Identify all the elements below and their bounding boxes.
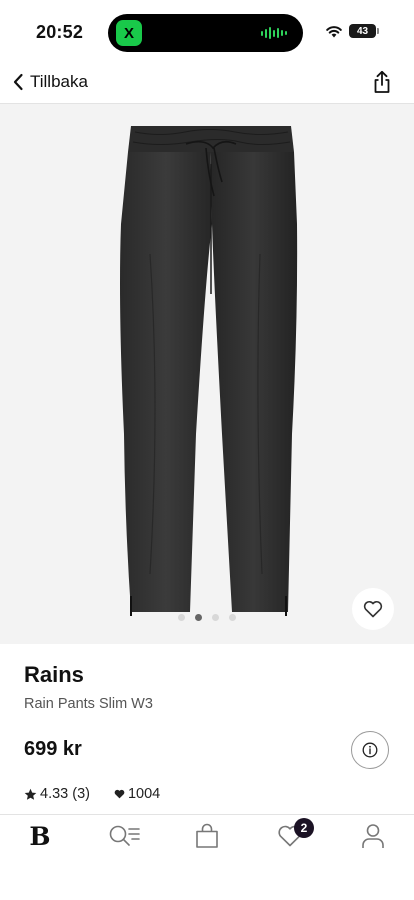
product-likes: 1004: [114, 786, 160, 802]
island-app-icon: X: [116, 20, 142, 46]
tab-profile[interactable]: [353, 821, 393, 851]
info-button[interactable]: [351, 731, 389, 769]
nav-bar: Tillbaka: [0, 62, 414, 104]
wifi-icon: [326, 25, 342, 37]
tab-home[interactable]: B: [20, 821, 60, 851]
product-rating[interactable]: 4.33 (3): [24, 786, 90, 802]
tab-favorites[interactable]: 2: [270, 818, 314, 851]
pagination-dot[interactable]: [229, 614, 236, 621]
product-image[interactable]: [0, 104, 414, 644]
product-name: Rain Pants Slim W3: [24, 696, 153, 712]
favorite-button[interactable]: [352, 588, 394, 630]
status-bar: 20:52 X 43: [0, 0, 414, 62]
rating-value: 4.33 (3): [40, 786, 90, 802]
share-icon: [374, 70, 390, 93]
shopping-bag-icon: [196, 823, 218, 848]
chevron-left-icon: [13, 73, 23, 91]
battery-level: 43: [356, 25, 369, 37]
product-brand[interactable]: Rains: [24, 662, 84, 688]
rating-row: 4.33 (3) 1004: [24, 786, 160, 802]
pagination-dot-active[interactable]: [195, 614, 202, 621]
audio-wave-icon: [261, 26, 287, 40]
dynamic-island[interactable]: X: [108, 14, 303, 52]
favorites-badge: 2: [294, 818, 314, 838]
battery-icon: 43: [349, 24, 379, 38]
status-icons: 43: [325, 24, 379, 38]
tab-search[interactable]: [104, 821, 144, 851]
tab-bar: B 2: [0, 814, 414, 900]
heart-filled-icon: [114, 789, 125, 799]
tab-bag[interactable]: [187, 821, 227, 851]
person-icon: [362, 824, 384, 848]
star-icon: [24, 788, 37, 800]
back-button[interactable]: Tillbaka: [12, 68, 88, 96]
back-label: Tillbaka: [30, 72, 88, 91]
pagination-dot[interactable]: [212, 614, 219, 621]
heart-outline-icon: [363, 600, 383, 618]
status-time: 20:52: [36, 22, 84, 42]
product-gallery[interactable]: [0, 104, 414, 644]
brand-logo-icon: B: [29, 821, 51, 851]
pagination-dot[interactable]: [178, 614, 185, 621]
info-icon: [362, 742, 378, 758]
likes-count: 1004: [127, 786, 161, 802]
share-button[interactable]: [370, 68, 394, 96]
product-price: 699 kr: [24, 738, 82, 760]
island-app-label: X: [123, 24, 134, 42]
search-list-icon: [109, 825, 140, 846]
